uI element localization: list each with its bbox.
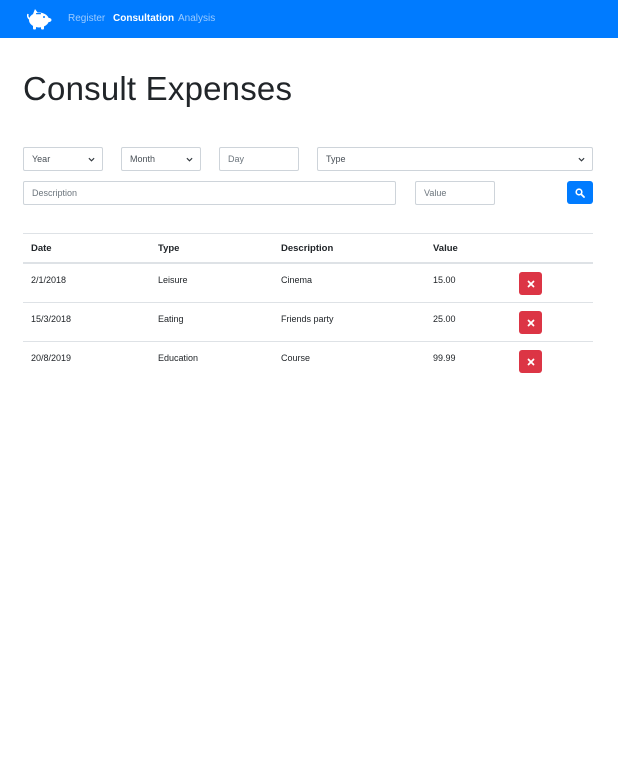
row-date: 15/3/2018 (31, 314, 72, 324)
chevron-down-icon (88, 157, 95, 162)
type-select-value: Type (326, 154, 346, 164)
year-select[interactable]: Year (23, 147, 103, 171)
type-select[interactable]: Type (317, 147, 593, 171)
month-select[interactable]: Month (121, 147, 201, 171)
page-title: Consult Expenses (23, 70, 293, 107)
row-type: Eating (158, 314, 184, 324)
nav-analysis-link[interactable]: Analysis (178, 13, 215, 24)
day-input-placeholder: Day (228, 154, 245, 164)
value-input-placeholder: Value (424, 188, 447, 198)
search-icon (575, 187, 585, 198)
table-row: 20/8/2019 Education Course 99.99 (23, 342, 593, 381)
row-value: 99.99 (433, 353, 456, 363)
navbar: Register Consultation Analysis (0, 0, 618, 38)
close-icon (527, 280, 534, 287)
value-input[interactable]: Value (415, 181, 495, 205)
nav-register-link[interactable]: Register (68, 13, 105, 24)
row-date: 20/8/2019 (31, 353, 72, 363)
row-date: 2/1/2018 (31, 275, 67, 285)
header-description: Description (281, 243, 334, 254)
table-top-divider (23, 233, 593, 234)
delete-button[interactable] (519, 272, 542, 295)
nav-consultation-link[interactable]: Consultation (113, 13, 174, 24)
table-row: 2/1/2018 Leisure Cinema 15.00 (23, 264, 593, 303)
row-type: Leisure (158, 275, 188, 285)
day-input[interactable]: Day (219, 147, 299, 171)
close-icon (527, 358, 534, 365)
header-type: Type (158, 243, 180, 254)
description-input[interactable]: Description (23, 181, 396, 205)
row-value: 25.00 (433, 314, 456, 324)
row-type: Education (158, 353, 199, 363)
delete-button[interactable] (519, 311, 542, 334)
header-date: Date (31, 243, 52, 254)
row-description: Course (281, 353, 311, 363)
row-description: Cinema (281, 275, 313, 285)
chevron-down-icon (578, 157, 585, 162)
close-icon (527, 319, 534, 326)
search-button[interactable] (567, 181, 593, 204)
row-value: 15.00 (433, 275, 456, 285)
header-value: Value (433, 243, 458, 254)
year-select-value: Year (32, 154, 51, 164)
month-select-value: Month (130, 154, 156, 164)
row-description: Friends party (281, 314, 334, 324)
piggy-bank-icon[interactable] (26, 8, 52, 30)
delete-button[interactable] (519, 350, 542, 373)
chevron-down-icon (186, 157, 193, 162)
description-input-placeholder: Description (32, 188, 78, 198)
table-row: 15/3/2018 Eating Friends party 25.00 (23, 303, 593, 342)
